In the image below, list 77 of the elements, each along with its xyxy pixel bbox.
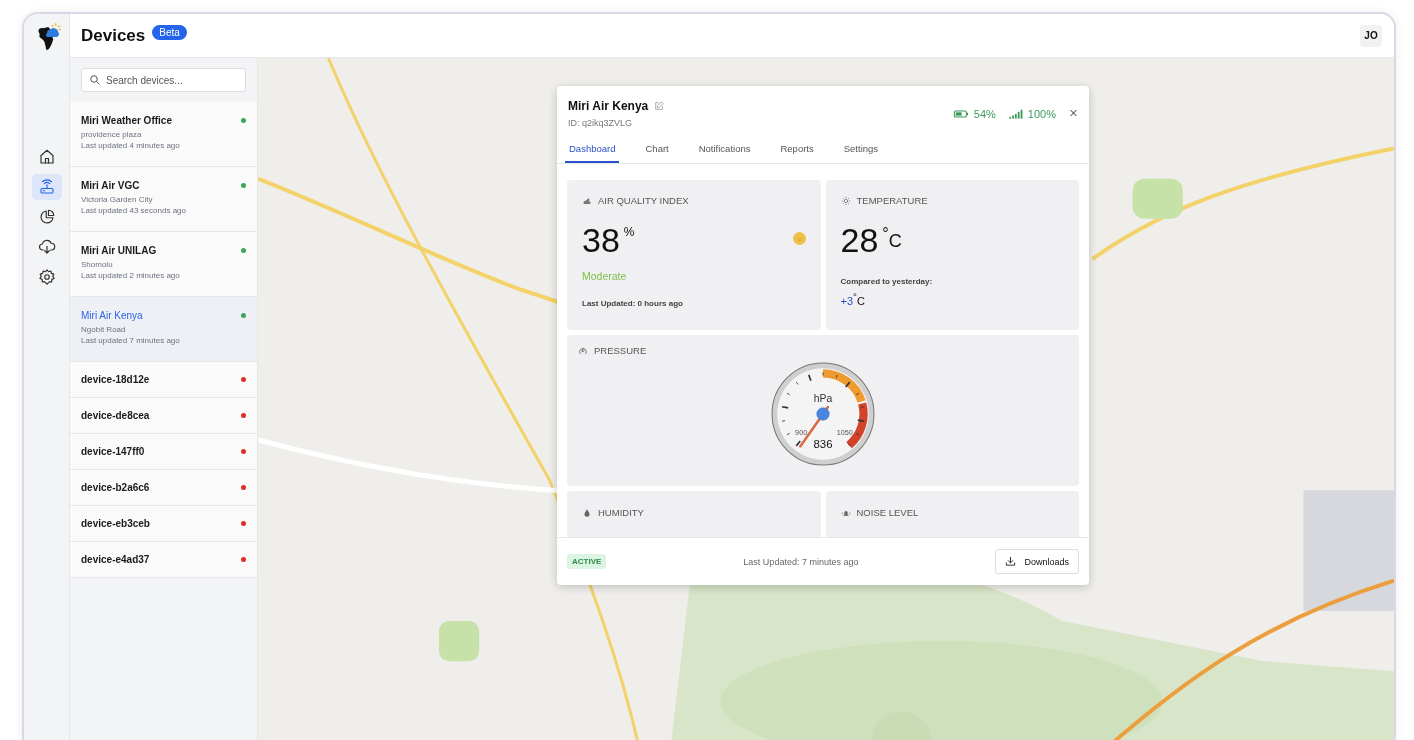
device-list-item[interactable]: device-147ff0	[70, 434, 257, 470]
device-list-item[interactable]: device-e4ad37	[70, 542, 257, 578]
page-title: Devices	[81, 25, 146, 46]
gauge-scale-label: 1050	[836, 427, 853, 437]
device-updated-time: Last updated 43 seconds ago	[81, 206, 186, 215]
card-label: HUMIDITY	[598, 507, 644, 518]
device-updated-time: Last updated 4 minutes ago	[81, 141, 180, 150]
device-name: Miri Weather Office	[81, 115, 172, 126]
close-icon	[1069, 108, 1078, 118]
device-name: device-147ff0	[81, 446, 145, 457]
tab[interactable]: Settings	[839, 138, 883, 163]
device-list-item[interactable]: device-b2a6c6	[70, 470, 257, 506]
neutral-face-icon	[792, 232, 806, 245]
sun-icon	[840, 195, 851, 206]
last-updated-text: Last Updated: 7 minutes ago	[742, 556, 860, 567]
temperature-change-unit: $^{°}$C	[853, 291, 865, 307]
device-list-item[interactable]: Miri Air VGC Victoria Garden City Last updated 43 seconds ago	[70, 167, 257, 232]
signal-icon	[1008, 109, 1023, 119]
device-list-item[interactable]: Miri Air Kenya Ngobit Road Last updated 7 minutes ago	[70, 297, 257, 362]
tab[interactable]: Notifications	[694, 138, 755, 163]
device-list-item[interactable]: Miri Air UNILAG Shomolu Last updated 2 minutes ago	[70, 232, 257, 297]
download-icon	[1005, 556, 1017, 567]
device-id: ID: q2ikq3ZVLG	[568, 118, 634, 128]
temperature-value: 28	[840, 222, 879, 258]
device-location: providence plaza	[81, 130, 142, 139]
temperature-change: +3	[840, 294, 854, 307]
device-location: Ngobit Road	[81, 325, 126, 334]
aqi-unit: %	[623, 225, 635, 239]
device-list-item[interactable]: device-eb3ceb	[70, 506, 257, 542]
card-label: TEMPERATURE	[856, 195, 928, 206]
gauge-scale-label: 900	[795, 427, 808, 437]
gauge-reading: 836	[813, 438, 833, 451]
card-label: AIR QUALITY INDEX	[598, 195, 689, 206]
device-name: Miri Air VGC	[81, 180, 140, 191]
gauge-hub	[816, 407, 830, 421]
gauge-unit: hPa	[813, 392, 833, 404]
device-name: device-de8cea	[81, 410, 150, 421]
device-location: Victoria Garden City	[81, 195, 153, 204]
temperature-unit: $^{°}$C	[882, 224, 902, 253]
status-badge: ACTIVE	[567, 554, 607, 569]
router-icon	[37, 178, 56, 196]
search-icon	[89, 74, 101, 86]
device-name: device-b2a6c6	[81, 482, 150, 493]
card-label: NOISE LEVEL	[856, 507, 919, 518]
device-updated-time: Last updated 2 minutes ago	[81, 271, 180, 280]
tab[interactable]: Chart	[641, 138, 673, 163]
device-updated-time: Last updated 7 minutes ago	[81, 336, 180, 345]
battery-level: 54%	[973, 108, 996, 120]
battery-icon	[952, 109, 969, 119]
tab[interactable]: Reports	[776, 138, 818, 163]
device-name: device-e4ad37	[81, 554, 150, 565]
device-list-item[interactable]: device-de8cea	[70, 398, 257, 434]
aqi-status: Moderate	[582, 270, 628, 282]
device-name: Miri Air UNILAG	[81, 245, 157, 256]
drop-icon	[582, 507, 592, 518]
beta-badge: Beta	[152, 25, 187, 40]
tab[interactable]: Dashboard	[565, 138, 620, 163]
device-title: Miri Air Kenya	[568, 99, 649, 113]
aqi-value: 38	[582, 222, 620, 258]
cloud-download-icon	[37, 238, 56, 256]
device-list-item[interactable]: device-18d12e	[70, 362, 257, 398]
signal-strength: 100%	[1027, 108, 1056, 120]
device-location: Shomolu	[81, 260, 113, 269]
device-name: device-18d12e	[81, 374, 150, 385]
card-label: PRESSURE	[594, 345, 647, 356]
pie-chart-icon	[37, 208, 56, 226]
device-name: device-eb3ceb	[81, 518, 150, 529]
comparison-label: Compared to yesterday:	[840, 277, 934, 286]
device-list-item[interactable]: Miri Weather Office providence plaza Last updated 4 minutes ago	[70, 102, 257, 167]
aqi-updated-time: Last Updated: 0 hours ago	[582, 299, 684, 308]
home-icon	[37, 148, 56, 166]
user-avatar[interactable]: JO	[1360, 24, 1382, 47]
device-name: Miri Air Kenya	[81, 310, 143, 321]
settings-icon	[37, 268, 56, 286]
search-field[interactable]: Search devices...	[81, 68, 246, 92]
gauge-icon	[578, 345, 588, 356]
downloads-button[interactable]: Downloads	[995, 549, 1079, 574]
